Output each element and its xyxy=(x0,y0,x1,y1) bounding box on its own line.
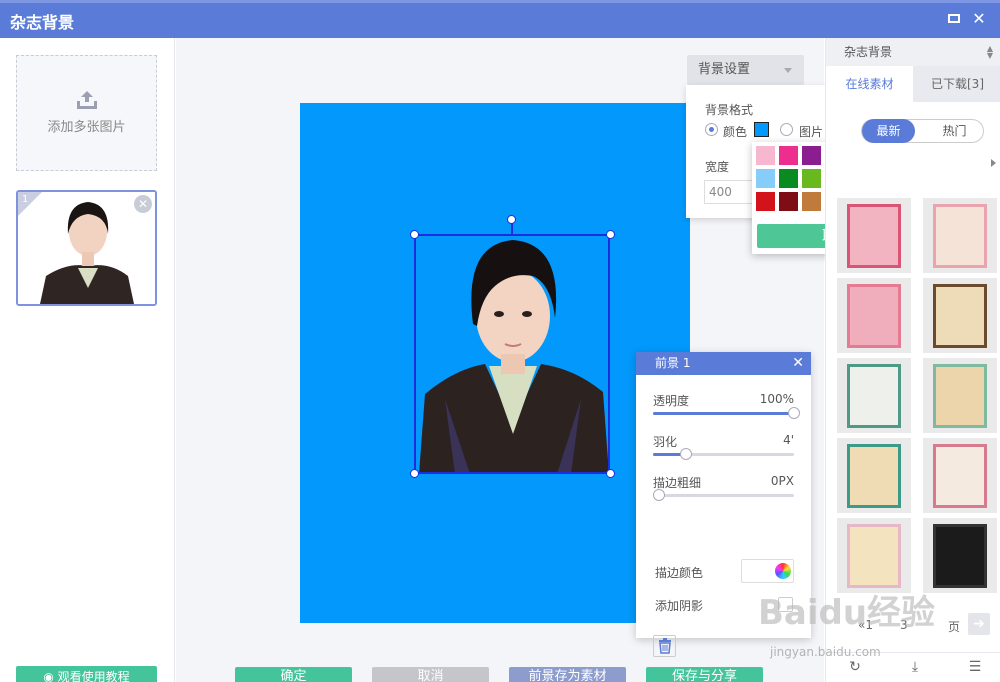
feather-slider[interactable] xyxy=(653,453,794,456)
updown-icon: ▲ ▼ xyxy=(986,44,993,60)
material-tile[interactable] xyxy=(923,198,997,273)
opacity-fill xyxy=(653,412,794,415)
stroke-color-picker[interactable] xyxy=(741,559,794,583)
background-settings-label: 背景设置 xyxy=(698,62,751,77)
pager-unit: 页 xyxy=(948,620,961,634)
color-swatch[interactable] xyxy=(754,122,769,137)
material-tile[interactable] xyxy=(923,358,997,433)
palette-color-swatch[interactable] xyxy=(802,146,821,165)
material-tile[interactable] xyxy=(923,518,997,593)
title-bar: 杂志背景 ✕ xyxy=(0,0,1000,38)
save-foreground-button[interactable]: 前景存为素材 xyxy=(509,667,626,682)
rotate-stem xyxy=(511,223,513,235)
color-radio[interactable] xyxy=(705,123,718,136)
upload-label: 添加多张图片 xyxy=(47,120,126,135)
material-tile[interactable] xyxy=(923,438,997,513)
maximize-icon[interactable] xyxy=(944,9,964,29)
opacity-row: 透明度 100% xyxy=(653,392,794,409)
resize-handle-br[interactable] xyxy=(606,469,615,478)
opacity-value: 100% xyxy=(759,392,794,406)
delete-icon[interactable] xyxy=(653,635,676,657)
palette-color-swatch[interactable] xyxy=(802,169,821,188)
material-tile[interactable] xyxy=(923,278,997,353)
stroke-width-value: 0PX xyxy=(770,474,794,488)
resize-handle-bl[interactable] xyxy=(410,469,419,478)
add-images-button[interactable]: 添加多张图片 xyxy=(16,55,157,171)
tab-online[interactable]: 在线素材 xyxy=(826,66,913,102)
tutorial-button[interactable]: ◉ 观看使用教程 xyxy=(16,666,157,682)
upload-icon xyxy=(76,91,97,109)
opacity-label: 透明度 xyxy=(653,394,690,408)
image-radio[interactable] xyxy=(780,123,793,136)
palette-color-swatch[interactable] xyxy=(779,169,798,188)
sort-toggle: 最新 热门 xyxy=(861,119,984,143)
cancel-button[interactable]: 取消 xyxy=(372,667,489,682)
stroke-row: 描边粗细 0PX xyxy=(653,474,794,491)
palette-color-swatch[interactable] xyxy=(779,192,798,211)
opacity-knob[interactable] xyxy=(788,407,800,419)
palette-color-swatch[interactable] xyxy=(802,192,821,211)
selection-box[interactable] xyxy=(414,234,610,474)
feather-fill xyxy=(653,453,682,456)
rotate-handle[interactable] xyxy=(507,215,516,224)
window-title: 杂志背景 xyxy=(10,13,75,32)
material-tile[interactable] xyxy=(837,278,911,353)
palette-color-swatch[interactable] xyxy=(756,169,775,188)
left-panel: 添加多张图片 1 ✕ ◉ 观看使用教程 xyxy=(0,38,175,682)
foreground-title: 前景 1 xyxy=(655,356,691,370)
resize-handle-tl[interactable] xyxy=(410,230,419,239)
sort-latest[interactable]: 最新 xyxy=(862,119,915,143)
caret-down-icon xyxy=(784,68,792,73)
next-page-button[interactable]: ➜ xyxy=(968,613,990,635)
work-area: 背景设置 背景格式 颜色 图片 宽度 400 取色 前景 1 ✕ 透明度 100… xyxy=(176,38,921,682)
category-label: 杂志背景 xyxy=(844,45,893,59)
refresh-icon[interactable]: ↻ xyxy=(846,659,864,677)
thumbnail-index: 1 xyxy=(22,194,29,205)
feather-value: 4' xyxy=(783,433,794,447)
sort-hot[interactable]: 热门 xyxy=(927,120,982,142)
stroke-knob[interactable] xyxy=(653,489,665,501)
material-tile[interactable] xyxy=(837,198,911,273)
tutorial-label: 观看使用教程 xyxy=(57,670,130,682)
feather-knob[interactable] xyxy=(680,448,692,460)
watermark: Baidu经验 xyxy=(758,593,936,633)
palette-color-swatch[interactable] xyxy=(779,146,798,165)
background-settings-button[interactable]: 背景设置 xyxy=(687,55,804,85)
width-label: 宽度 xyxy=(705,160,730,174)
background-format-header: 背景格式 xyxy=(705,103,754,117)
image-thumbnail[interactable]: 1 ✕ xyxy=(16,190,157,306)
opacity-slider[interactable] xyxy=(653,412,794,415)
resize-handle-tr[interactable] xyxy=(606,230,615,239)
confirm-button[interactable]: 确定 xyxy=(235,667,352,682)
color-wheel-icon xyxy=(775,563,791,579)
stroke-width-label: 描边粗细 xyxy=(653,476,702,490)
eye-icon: ◉ xyxy=(43,670,54,682)
material-tabs: 在线素材 已下载[3] xyxy=(826,66,1000,102)
chevron-right-icon[interactable] xyxy=(991,159,996,167)
palette-color-swatch[interactable] xyxy=(756,146,775,165)
material-tile[interactable] xyxy=(837,358,911,433)
image-option-label: 图片 xyxy=(799,125,824,139)
tab-downloaded[interactable]: 已下载[3] xyxy=(914,66,1000,102)
layers-icon[interactable]: ☰ xyxy=(966,659,984,677)
material-tile[interactable] xyxy=(837,438,911,513)
feather-label: 羽化 xyxy=(653,435,678,449)
save-share-button[interactable]: 保存与分享 xyxy=(646,667,763,682)
color-option-label: 颜色 xyxy=(723,125,748,139)
width-input[interactable]: 400 xyxy=(704,180,754,204)
material-tile[interactable] xyxy=(837,518,911,593)
stroke-slider[interactable] xyxy=(653,494,794,497)
close-icon[interactable]: ✕ xyxy=(969,9,989,29)
category-select[interactable]: 杂志背景 ▲ ▼ xyxy=(826,38,1000,66)
feather-row: 羽化 4' xyxy=(653,433,794,450)
top-strip xyxy=(0,0,1000,3)
foreground-panel-title: 前景 1 xyxy=(636,352,811,375)
palette-color-swatch[interactable] xyxy=(756,192,775,211)
remove-thumbnail-icon[interactable]: ✕ xyxy=(134,195,152,213)
foreground-close-icon[interactable]: ✕ xyxy=(792,352,804,375)
watermark-url: jingyan.baidu.com xyxy=(770,645,881,659)
download-icon[interactable]: ⤓ xyxy=(906,659,924,677)
